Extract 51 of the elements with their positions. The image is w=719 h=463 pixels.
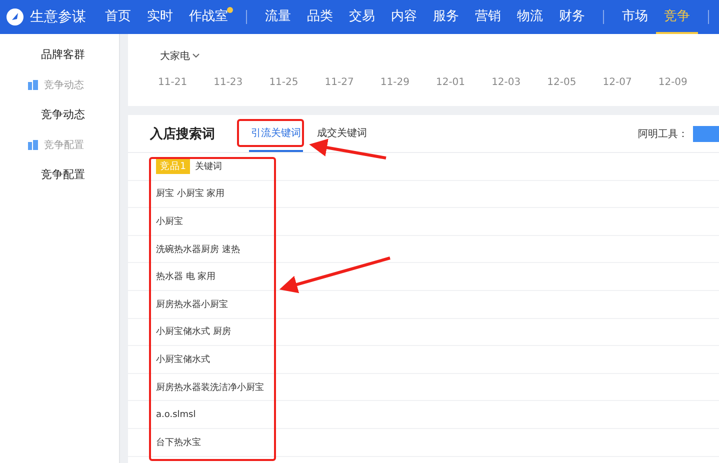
sidebar-group-label: 竞争配置 — [44, 138, 84, 152]
keyword-tab[interactable]: 成交关键词 — [317, 115, 367, 152]
sidebar-group-label: 竞争动态 — [44, 78, 84, 92]
chevron-down-icon — [192, 53, 200, 59]
nav-tab[interactable]: 交易 — [341, 0, 383, 34]
column-header: 关键词 — [195, 160, 222, 173]
axis-label: 11-21 — [158, 77, 188, 88]
keyword-cell-text: 小厨宝储水式 厨房 — [156, 326, 231, 338]
keyword-tab[interactable]: 引流关键词 — [249, 115, 303, 152]
nav-tab[interactable]: 市场 — [614, 0, 656, 34]
building-icon — [28, 80, 38, 90]
nav-tab[interactable]: 首页 — [97, 0, 139, 34]
axis-label: 12-09 — [658, 77, 688, 88]
axis-label: 11-23 — [214, 77, 244, 88]
logo-icon — [6, 8, 24, 26]
axis-label: 12-01 — [436, 77, 466, 88]
app-logo-text: 生意参谋 — [30, 8, 86, 26]
building-icon — [28, 140, 38, 150]
nav-tab[interactable]: 服务 — [425, 0, 467, 34]
sidebar-item[interactable]: 品牌客群 — [0, 40, 119, 70]
keyword-cell-text: 台下热水宝 — [156, 436, 201, 449]
tool-label: 阿明工具： — [638, 128, 688, 140]
sidebar-item[interactable]: 竞争配置 — [0, 160, 119, 190]
nav-tab[interactable]: 物流 — [509, 0, 551, 34]
keyword-cell: a.o.slmsl — [156, 410, 196, 420]
category-dropdown[interactable]: 大家电 — [160, 49, 200, 63]
keyword-cell-text: 小厨宝储水式 — [156, 354, 210, 366]
keyword-cell-text: 厨宝 小厨宝 家用 — [156, 188, 225, 200]
axis-label: 12-07 — [602, 77, 633, 88]
section-title: 入店搜索词 — [150, 126, 215, 142]
axis-label: 11-27 — [324, 77, 355, 88]
nav-tab[interactable]: 品类 — [299, 0, 341, 34]
nav-tab[interactable]: 内容 — [383, 0, 425, 34]
axis-label: 12-03 — [492, 77, 522, 88]
nav-tab[interactable]: 流量 — [257, 0, 299, 34]
nav-tab[interactable]: 实时 — [139, 0, 181, 34]
keyword-cell-text: 厨房热水器小厨宝 — [156, 298, 228, 311]
highlight-box — [237, 119, 304, 147]
nav-tab[interactable]: 财务 — [551, 0, 593, 34]
sidebar-item[interactable]: 竞争动态 — [0, 100, 119, 130]
nav-tab[interactable]: 营销 — [467, 0, 509, 34]
keyword-cell-text: 热水器 电 家用 — [156, 270, 216, 284]
axis-label: 12-05 — [547, 77, 578, 88]
keyword-cell-text: 厨房热水器装洗洁净小厨宝 — [156, 382, 264, 394]
keyword-cell-text: 小厨宝 — [156, 216, 183, 228]
keyword-cell-text: 洗碗热水器厨房 速热 — [156, 244, 240, 256]
axis-label: 11-25 — [269, 77, 300, 88]
axis-label: 11-29 — [380, 77, 410, 88]
competitor-badge: 竞品1 — [156, 158, 190, 174]
tool-button[interactable] — [693, 126, 719, 142]
nav-tab[interactable]: 作战室 — [181, 0, 236, 34]
